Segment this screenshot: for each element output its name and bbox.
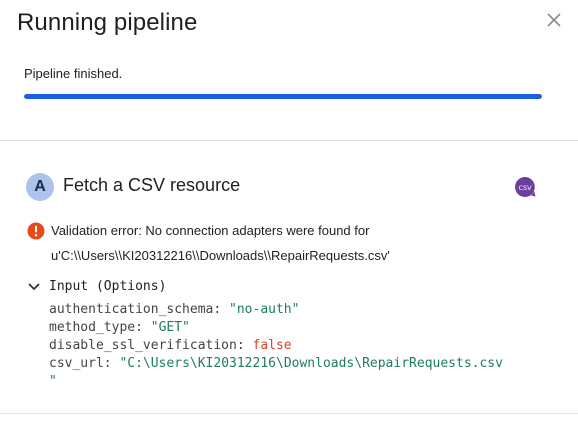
error-icon bbox=[27, 222, 45, 240]
option-row: authentication_schema: "no-auth" bbox=[49, 302, 299, 317]
option-value: "C:\Users\KI20312216\Downloads\RepairReq… bbox=[119, 356, 503, 371]
pipeline-progress-fill bbox=[24, 94, 542, 99]
option-value: "no-auth" bbox=[229, 302, 300, 317]
option-key: authentication_schema: bbox=[49, 302, 222, 317]
option-value: false bbox=[252, 338, 292, 353]
step-title: Fetch a CSV resource bbox=[63, 175, 241, 195]
pipeline-status: Pipeline finished. bbox=[24, 66, 123, 81]
option-row: csv_url: "C:\Users\KI20312216\Downloads\… bbox=[49, 356, 503, 371]
validation-error-text: Validation error: No connection adapters… bbox=[51, 223, 370, 238]
close-icon[interactable] bbox=[544, 10, 564, 30]
option-key: method_type: bbox=[49, 320, 143, 335]
divider bbox=[0, 140, 578, 141]
option-row: disable_ssl_verification: false bbox=[49, 338, 292, 353]
option-key: disable_ssl_verification: bbox=[49, 338, 245, 353]
csv-icon: CSV bbox=[515, 177, 536, 197]
input-options-toggle[interactable]: Input (Options) bbox=[49, 279, 166, 294]
dialog-title: Running pipeline bbox=[17, 9, 198, 36]
pipeline-progress-bar bbox=[24, 94, 542, 99]
option-key: csv_url: bbox=[49, 356, 112, 371]
divider bbox=[0, 413, 578, 414]
validation-error-path: u'C:\\Users\\KI20312216\\Downloads\\Repa… bbox=[51, 248, 390, 263]
step-avatar: A bbox=[26, 173, 54, 201]
option-value: "GET" bbox=[150, 320, 190, 335]
option-value-continuation: " bbox=[49, 374, 57, 389]
chevron-down-icon[interactable] bbox=[27, 281, 41, 293]
svg-text:CSV: CSV bbox=[518, 184, 532, 192]
option-row: method_type: "GET" bbox=[49, 320, 190, 335]
